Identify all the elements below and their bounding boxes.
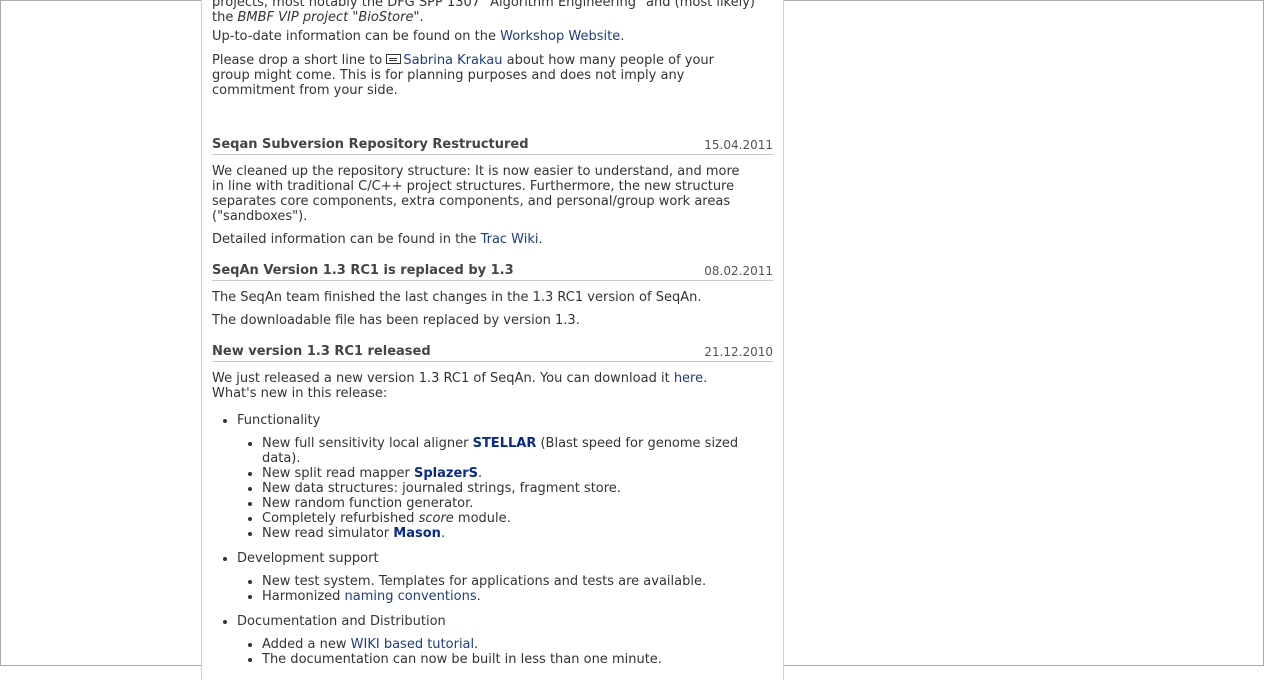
trac-wiki-link[interactable]: Trac Wiki <box>481 232 539 247</box>
naming-conventions-link[interactable]: naming conventions <box>345 589 477 604</box>
text: Development support <box>237 551 379 566</box>
text: Documentation and Distribution <box>237 614 446 629</box>
news-header: Seqan Subversion Repository Restructured… <box>212 137 773 155</box>
news-title: SeqAn Version 1.3 RC1 is replaced by 1.3 <box>212 263 514 278</box>
text: Functionality <box>237 413 321 428</box>
list-item: Development support <box>212 551 773 566</box>
list-item: New read simulator Mason. <box>212 526 773 541</box>
text: The downloadable file has been replaced … <box>212 313 580 328</box>
text: in line with traditional C/C++ project s… <box>212 179 735 194</box>
news-body: Detailed information can be found in the… <box>212 232 773 247</box>
text: What's new in this release: <box>212 386 388 401</box>
news-header: New version 1.3 RC1 released 21.12.2010 <box>212 344 773 362</box>
list-item: New random function generator. <box>212 496 773 511</box>
text: module. <box>453 511 511 526</box>
news-title: New version 1.3 RC1 released <box>212 344 431 359</box>
text: . <box>538 232 543 247</box>
text: The documentation can now be built in le… <box>262 652 662 667</box>
text: the <box>212 10 238 25</box>
text: . <box>474 637 479 652</box>
release-list-functionality: Functionality New full sensitivity local… <box>212 413 773 541</box>
splazers-link[interactable]: SplazerS <box>414 466 478 481</box>
text: (Blast speed for genome sized <box>536 436 739 451</box>
text: We cleaned up the repository structure: … <box>212 164 740 179</box>
text: separates core components, extra compone… <box>212 194 731 209</box>
text: New random function generator. <box>262 496 474 511</box>
news-date: 08.02.2011 <box>704 264 773 278</box>
text: The SeqAn team finished the last changes… <box>212 290 702 305</box>
release-list-development: Development support New test system. Tem… <box>212 551 773 604</box>
text: ("sandboxes"). <box>212 209 308 224</box>
score-text: score <box>418 511 454 526</box>
text: Detailed information can be found in the <box>212 232 481 247</box>
text: . <box>703 371 708 386</box>
list-item: Completely refurbished score module. <box>212 511 773 526</box>
news-body: The SeqAn team finished the last changes… <box>212 290 773 305</box>
list-item: New full sensitivity local aligner STELL… <box>212 436 773 466</box>
workshop-paragraph-cut: projects, most notably the DFG SPP 1307 … <box>212 0 773 25</box>
download-here-link[interactable]: here <box>674 371 703 386</box>
wiki-tutorial-link[interactable]: WIKI based tutorial <box>351 637 474 652</box>
text: . <box>440 526 446 541</box>
mason-link[interactable]: Mason <box>393 526 441 541</box>
list-item: New data structures: journaled strings, … <box>212 481 773 496</box>
news-date: 21.12.2010 <box>704 345 773 359</box>
text: commitment from your side. <box>212 83 398 98</box>
text: New read simulator <box>262 526 394 541</box>
biostore-text: BMBF VIP project "BioStore" <box>237 10 420 25</box>
content-column: projects, most notably the DFG SPP 1307 … <box>201 0 784 680</box>
list-item: Added a new WIKI based tutorial. <box>212 637 773 652</box>
list-item: Documentation and Distribution <box>212 614 773 629</box>
news-body: The downloadable file has been replaced … <box>212 313 773 328</box>
news-body: We cleaned up the repository structure: … <box>212 164 773 224</box>
stellar-link[interactable]: STELLAR <box>473 436 537 451</box>
text: . <box>620 29 625 44</box>
list-item: New split read mapper SplazerS. <box>212 466 773 481</box>
workshop-drop-paragraph: Please drop a short line to Sabrina Krak… <box>212 53 773 98</box>
news-title: Seqan Subversion Repository Restructured <box>212 137 529 152</box>
text: New data structures: journaled strings, … <box>262 481 621 496</box>
workshop-website-link[interactable]: Workshop Website <box>500 29 620 44</box>
mail-icon <box>386 54 402 64</box>
cut-line-2: the BMBF VIP project "BioStore". <box>212 10 773 25</box>
list-item: Functionality <box>212 413 773 428</box>
text: New test system. Templates for applicati… <box>262 574 707 589</box>
text: about how many people of your <box>502 53 715 68</box>
text: . <box>476 589 481 604</box>
text: . <box>478 466 483 481</box>
workshop-info-paragraph: Up-to-date information can be found on t… <box>212 29 773 44</box>
sabrina-krakau-link[interactable]: Sabrina Krakau <box>403 53 502 68</box>
text: Please drop a short line to <box>212 53 387 68</box>
text: . <box>419 10 424 25</box>
text: New split read mapper <box>262 466 414 481</box>
text: Harmonized <box>262 589 345 604</box>
news-header: SeqAn Version 1.3 RC1 is replaced by 1.3… <box>212 263 773 281</box>
text: data). <box>262 451 301 466</box>
text: We just released a new version 1.3 RC1 o… <box>212 371 674 386</box>
text: Up-to-date information can be found on t… <box>212 29 501 44</box>
list-item: The documentation can now be built in le… <box>212 652 773 667</box>
text: New full sensitivity local aligner <box>262 436 473 451</box>
text: group might come. This is for planning p… <box>212 68 685 83</box>
text: Completely refurbished <box>262 511 419 526</box>
list-item: New test system. Templates for applicati… <box>212 574 773 589</box>
list-item: Harmonized naming conventions. <box>212 589 773 604</box>
news-body: We just released a new version 1.3 RC1 o… <box>212 371 773 401</box>
cut-line: projects, most notably the DFG SPP 1307 … <box>212 0 755 10</box>
release-list-documentation: Documentation and Distribution Added a n… <box>212 614 773 667</box>
news-date: 15.04.2011 <box>704 138 773 152</box>
text: Added a new <box>262 637 351 652</box>
